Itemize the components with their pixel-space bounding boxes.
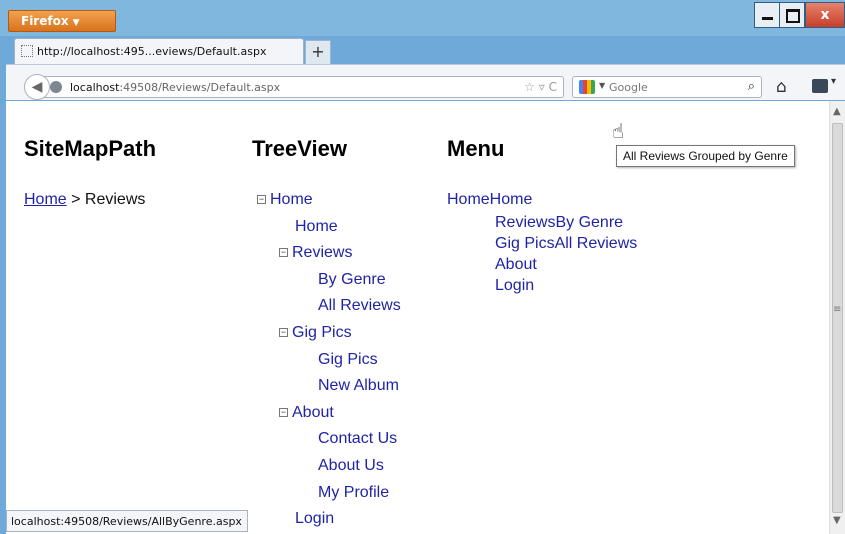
collapse-icon[interactable]: − <box>257 195 266 204</box>
tree-node-label: Reviews <box>292 244 353 262</box>
bookmark-star-icon[interactable]: ☆ <box>524 80 535 94</box>
tree-node[interactable]: − Gig Pics <box>279 324 352 342</box>
hand-cursor-icon: ☝ <box>612 119 625 143</box>
menu-root[interactable]: HomeHome <box>447 191 532 209</box>
treeview-heading: TreeView <box>252 136 347 161</box>
maximize-button[interactable] <box>779 2 805 28</box>
tree-node[interactable]: Login <box>295 510 334 528</box>
reload-icon[interactable]: C <box>549 80 557 94</box>
url-path: :49508/Reviews/Default.aspx <box>119 81 281 94</box>
sitemappath-heading: SiteMapPath <box>24 136 157 161</box>
tree-node[interactable]: All Reviews <box>318 297 401 315</box>
breadcrumb-separator: > <box>66 191 85 208</box>
globe-icon <box>50 81 62 93</box>
url-actions: ☆ ▿ C <box>524 80 557 94</box>
back-button[interactable]: ◀ <box>24 74 50 100</box>
tree-node-label: Login <box>295 510 335 528</box>
tree-node-label: My Profile <box>318 483 390 501</box>
tree-node-label: Contact Us <box>318 430 398 448</box>
new-tab-button[interactable]: + <box>305 40 331 64</box>
scroll-up-icon[interactable]: ▲ <box>833 106 841 117</box>
vertical-scrollbar[interactable]: ▲ ▼ <box>829 101 845 534</box>
tree-node-label: About Us <box>318 457 384 474</box>
tree-node-label: About <box>292 403 334 421</box>
window-titlebar: Firefox ▼ x <box>0 0 845 36</box>
tree-node[interactable]: − Home <box>257 191 313 209</box>
google-icon <box>579 80 595 94</box>
tree-node[interactable]: New Album <box>318 377 399 395</box>
chevron-down-icon: ▼ <box>72 18 80 28</box>
search-engine-dropdown-icon[interactable]: ▼ <box>599 81 605 90</box>
status-bar: localhost:49508/Reviews/AllByGenre.aspx <box>6 510 248 532</box>
scroll-down-icon[interactable]: ▼ <box>833 515 841 526</box>
tree-node[interactable]: − About <box>279 404 334 422</box>
collapse-icon[interactable]: − <box>279 248 288 258</box>
tree-node-label: Home <box>270 191 313 208</box>
breadcrumb-current: Reviews <box>84 191 146 208</box>
tree-node-label: Gig Pics <box>318 350 378 368</box>
breadcrumb: Home > Reviews <box>24 191 145 209</box>
tree-node-label: New Album <box>318 377 399 395</box>
menu-item-gig-pics[interactable]: Gig PicsAll Reviews <box>495 235 637 253</box>
collapse-icon[interactable]: − <box>279 407 288 417</box>
menu-heading: Menu <box>447 136 505 161</box>
close-window-button[interactable]: x <box>805 2 845 28</box>
tree-node[interactable]: My Profile <box>318 484 389 502</box>
page-favicon-icon <box>21 45 33 57</box>
tab-title: http://localhost:495...eviews/Default.as… <box>37 45 267 58</box>
tree-node-label: By Genre <box>318 270 386 288</box>
tree-node[interactable]: Home <box>295 218 338 236</box>
tree-node[interactable]: By Genre <box>318 271 386 289</box>
scrollbar-thumb[interactable] <box>832 123 843 513</box>
tree-node-label: Home <box>295 217 338 235</box>
tree-node[interactable]: Contact Us <box>318 430 397 448</box>
menu-item-about[interactable]: About <box>495 256 537 274</box>
tree-node[interactable]: − Reviews <box>279 244 352 262</box>
home-icon[interactable]: ⌂ <box>776 77 787 97</box>
menu-item-reviews[interactable]: ReviewsBy Genre <box>495 214 623 232</box>
tree-node[interactable]: Gig Pics <box>318 351 378 369</box>
tree-node[interactable]: About Us <box>318 457 384 475</box>
address-bar[interactable]: localhost:49508/Reviews/Default.aspx ☆ ▿… <box>42 76 564 98</box>
tree-node-label: Gig Pics <box>292 324 352 341</box>
bookmarks-icon[interactable] <box>812 76 836 93</box>
back-arrow-icon: ◀ <box>31 79 43 95</box>
search-input[interactable]: ▼ Google ⌕ <box>572 76 762 98</box>
minimize-button[interactable] <box>754 2 780 28</box>
tooltip: All Reviews Grouped by Genre <box>616 145 795 167</box>
firefox-menu-button[interactable]: Firefox ▼ <box>8 10 116 32</box>
navigation-toolbar: localhost:49508/Reviews/Default.aspx ☆ ▿… <box>6 64 845 100</box>
history-dropdown-icon[interactable]: ▿ <box>539 80 545 94</box>
tree-node-label: All Reviews <box>318 297 401 315</box>
search-placeholder: Google <box>609 81 648 94</box>
url-host: localhost <box>70 81 120 94</box>
collapse-icon[interactable]: − <box>279 328 288 337</box>
menu-item-login[interactable]: Login <box>495 277 534 295</box>
search-icon[interactable]: ⌕ <box>748 79 755 94</box>
breadcrumb-home-link[interactable]: Home <box>24 191 67 208</box>
firefox-menu-label: Firefox <box>21 14 69 28</box>
browser-tab[interactable]: http://localhost:495...eviews/Default.as… <box>14 38 304 64</box>
